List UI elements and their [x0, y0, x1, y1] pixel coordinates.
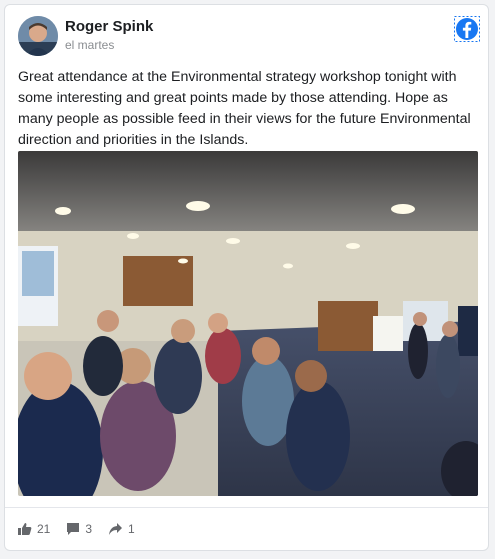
share-count: 1	[128, 522, 135, 536]
facebook-icon[interactable]	[454, 16, 480, 42]
post-text: Great attendance at the Environmental st…	[18, 69, 471, 148]
share-icon	[109, 523, 123, 535]
author-name[interactable]: Roger Spink	[65, 18, 153, 35]
comment-count: 3	[85, 522, 93, 536]
post-photo[interactable]	[18, 151, 478, 496]
comment-icon	[67, 523, 80, 535]
post-header: Roger Spink el martes	[18, 16, 480, 58]
reaction-bar: 21 3 1	[18, 520, 151, 538]
comment-button[interactable]: 3	[66, 522, 92, 536]
divider	[5, 507, 488, 508]
share-button[interactable]: 1	[108, 522, 135, 536]
post-card: Roger Spink el martes Great attendance a…	[4, 4, 489, 551]
post-timestamp[interactable]: el martes	[65, 38, 114, 52]
like-count: 21	[37, 522, 51, 536]
author-avatar[interactable]	[18, 16, 58, 56]
like-button[interactable]: 21	[18, 522, 50, 536]
thumbs-up-icon	[18, 523, 32, 535]
